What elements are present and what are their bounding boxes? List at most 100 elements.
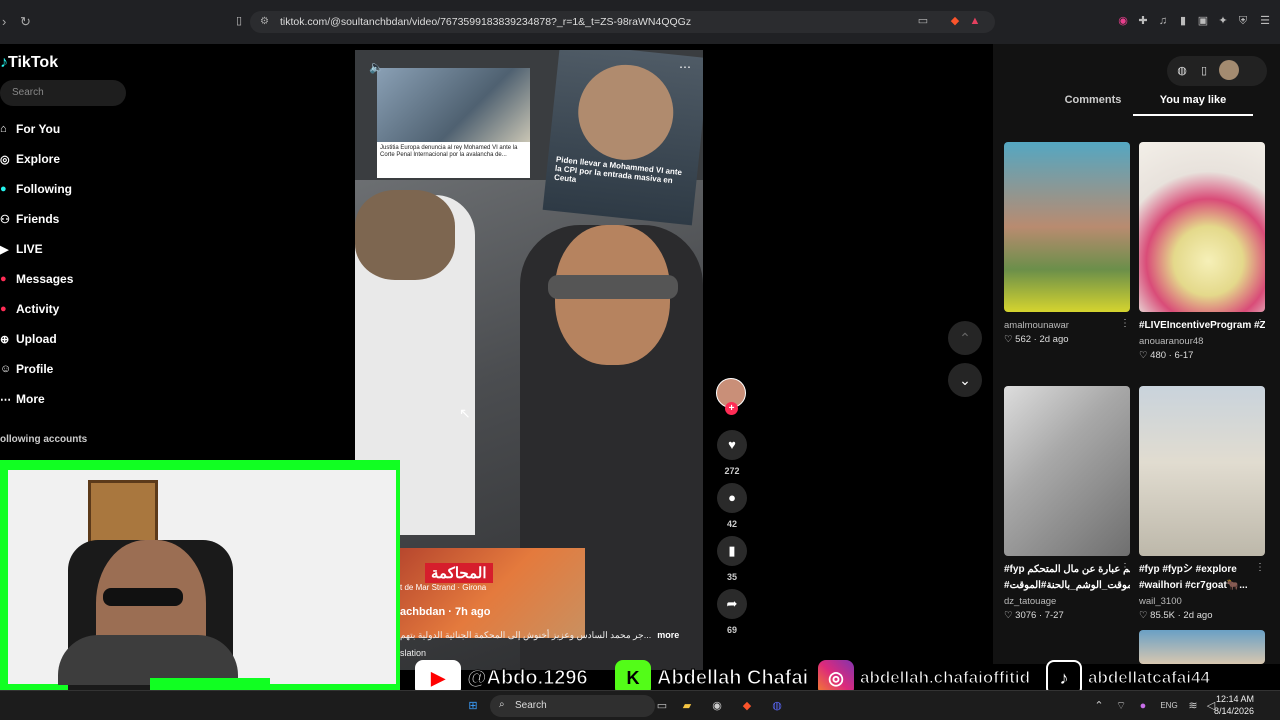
music-icon[interactable]: ♫ (1156, 14, 1170, 28)
sidebar-item-messages[interactable]: ● Messages (0, 272, 73, 286)
file-explorer-icon[interactable]: ▰ (680, 699, 694, 713)
news-overlay-1-caption: Justitia Europa denuncia al rey Mohamed … (380, 145, 518, 158)
sidebar-item-explore[interactable]: ◎ Explore (0, 152, 60, 166)
device-icon[interactable]: ▯ (1197, 64, 1211, 77)
sidebar-item-more[interactable]: ⋯ More (0, 392, 45, 406)
save-button[interactable]: ▮ 35 (716, 536, 748, 582)
share-count: 69 (726, 625, 737, 635)
like-button[interactable]: ♥ 272 (716, 430, 748, 476)
obs-icon[interactable]: ◉ (710, 699, 724, 713)
news-overlay-3-tag: المحاكمة (425, 563, 493, 583)
network-icon[interactable]: ⌔ (1114, 699, 1128, 713)
video-more-icon[interactable]: ⋯ (679, 60, 691, 74)
card-user[interactable]: dz_tatouage (1004, 596, 1130, 607)
mic-icon[interactable]: ● (1136, 699, 1150, 713)
suggested-video-card[interactable]: #LIVEIncentiveProgram #ZeroToHero... ano… (1139, 142, 1265, 361)
bookmark-icon[interactable]: ▯ (232, 14, 246, 28)
coin-icon[interactable]: ◍ (1175, 64, 1189, 77)
sidebar-item-activity[interactable]: ● Activity (0, 302, 59, 316)
brave-shield-icon[interactable]: ◆ (948, 14, 962, 28)
card-title: #LIVEIncentiveProgram #ZeroToHero... (1139, 320, 1265, 331)
right-panel: ◍ ▯ Comments You may like amalmounawar ♡… (993, 44, 1280, 664)
sidebar-item-profile[interactable]: ☺ Profile (0, 362, 53, 376)
sidebar-item-friends[interactable]: ⚇ Friends (0, 212, 59, 226)
suggested-video-card[interactable]: #fyp #fypシ #explore #wailhori #cr7goat🐂.… (1139, 386, 1265, 621)
card-more-icon[interactable]: ⋮ (1255, 562, 1265, 573)
chevron-down-icon: ⌄ (959, 372, 971, 388)
tab-you-may-like[interactable]: You may like (1133, 94, 1253, 116)
clock-time: 12:14 AM (1215, 694, 1254, 704)
card-more-icon[interactable]: ⋮ (1120, 562, 1130, 573)
suggested-video-card[interactable]: #fyp وشم عبارة عن مال المتحكم #الموقت_ال… (1004, 386, 1130, 621)
forward-icon[interactable]: › (2, 14, 6, 29)
video-player[interactable]: Justitia Europa denuncia al rey Mohamed … (355, 50, 703, 670)
language-indicator[interactable]: ENG (1158, 699, 1180, 713)
next-video-button[interactable]: ⌄ (948, 363, 982, 397)
see-translation-link[interactable]: slation (400, 648, 700, 658)
like-count: 272 (724, 466, 740, 476)
card-more-icon[interactable]: ⋮ (1255, 318, 1265, 329)
card-user[interactable]: amalmounawar (1004, 320, 1130, 331)
card-title-line2: #wailhori #cr7goat🐂... (1139, 580, 1248, 591)
windows-taskbar: ⊞ ⌕ Search ▭ ▰ ◉ ◆ ◍ ⌃ ⌔ ● ENG ≋ ◁ 12:14… (0, 690, 1280, 720)
tiktok-logo[interactable]: ♪TikTok (0, 54, 58, 72)
suggested-video-card[interactable]: amalmounawar ♡ 562 · 2d ago ⋮ (1004, 142, 1130, 345)
wallet-icon[interactable]: ▣ (1196, 14, 1210, 28)
card-user[interactable]: wail_3100 (1139, 596, 1265, 607)
tray-chevron-icon[interactable]: ⌃ (1092, 699, 1106, 713)
sidebar-item-following[interactable]: ● Following (0, 182, 72, 196)
site-info-icon[interactable]: ⚙ (260, 16, 269, 27)
sidebar-item-for-you[interactable]: ⌂ For You (0, 122, 60, 136)
compass-icon: ◎ (0, 153, 10, 166)
taskbar-clock[interactable]: 12:14 AM 8/14/2026 (1214, 693, 1254, 717)
see-more-link[interactable]: more (657, 630, 679, 640)
live-icon: ▶ (0, 243, 9, 256)
card-thumbnail (1139, 386, 1265, 556)
video-description: جر محمد السادس وعزيز أخنوش إلى المحكمة ا… (400, 630, 700, 641)
address-text: tiktok.com/@soultanchbdan/video/76735991… (280, 16, 692, 28)
search-input[interactable]: Search (0, 80, 126, 106)
save-count: 35 (726, 572, 737, 582)
address-bar[interactable]: ⚙ tiktok.com/@soultanchbdan/video/767359… (250, 11, 995, 33)
discord-icon[interactable]: ◍ (770, 699, 784, 713)
heart-icon: ♡ (1139, 610, 1151, 621)
menu-icon[interactable]: ☰ (1258, 14, 1272, 28)
more-icon: ⋯ (0, 393, 11, 406)
user-avatar[interactable] (1219, 60, 1239, 80)
ai-icon[interactable]: ✦ (1216, 14, 1230, 28)
card-meta: ♡ 480 · 6-17 (1139, 350, 1194, 361)
share-button[interactable]: ➦ 69 (716, 589, 748, 635)
cast-icon[interactable]: ▭ (916, 14, 930, 28)
volume-icon[interactable]: 🔈 (369, 60, 384, 74)
card-title-line2: #الموقت_الوشم_بالحنة#الموقت_#... (1004, 580, 1130, 591)
video-description-text: جر محمد السادس وعزيز أخنوش إلى المحكمة ا… (400, 630, 652, 640)
sidebar-icon[interactable]: ▮ (1176, 14, 1190, 28)
card-user[interactable]: anouaranour48 (1139, 336, 1265, 347)
windows-start-icon[interactable]: ⊞ (466, 699, 480, 713)
sidebar-item-upload[interactable]: ⊕ Upload (0, 332, 57, 346)
follow-plus-icon[interactable]: + (725, 402, 738, 415)
brave-rewards-icon[interactable]: ▲ (968, 14, 982, 28)
card-title: #fyp وشم عبارة عن مال المتحكم (1004, 564, 1130, 575)
brave-icon[interactable]: ◆ (740, 699, 754, 713)
comment-button[interactable]: ● 42 (716, 483, 748, 529)
wifi-icon[interactable]: ≋ (1186, 699, 1200, 713)
puzzle-icon[interactable]: ✚ (1136, 14, 1150, 28)
vpn-icon[interactable]: ⛨ (1236, 14, 1250, 28)
news-overlay-2-face (573, 60, 678, 165)
webcam-overlay (0, 460, 400, 690)
previous-video-button[interactable]: ⌃ (948, 321, 982, 355)
card-title: #fyp #fypシ #explore (1139, 564, 1237, 575)
sidebar-item-live[interactable]: ▶ LIVE (0, 242, 43, 256)
heart-icon: ♡ (1004, 610, 1016, 621)
reload-icon[interactable]: ↻ (20, 14, 31, 30)
extension-icon[interactable]: ◉ (1116, 14, 1130, 28)
video-author[interactable]: achbdan · 7h ago (400, 606, 490, 618)
news-overlay-3: المحاكمة t de Mar Strand · Girona (400, 548, 585, 638)
messages-icon: ● (0, 273, 7, 285)
card-more-icon[interactable]: ⋮ (1120, 318, 1130, 329)
taskbar-search[interactable]: ⌕ Search (490, 695, 655, 717)
task-view-icon[interactable]: ▭ (655, 699, 669, 713)
card-meta: ♡ 562 · 2d ago (1004, 334, 1069, 345)
heart-icon: ♡ (1004, 334, 1016, 345)
